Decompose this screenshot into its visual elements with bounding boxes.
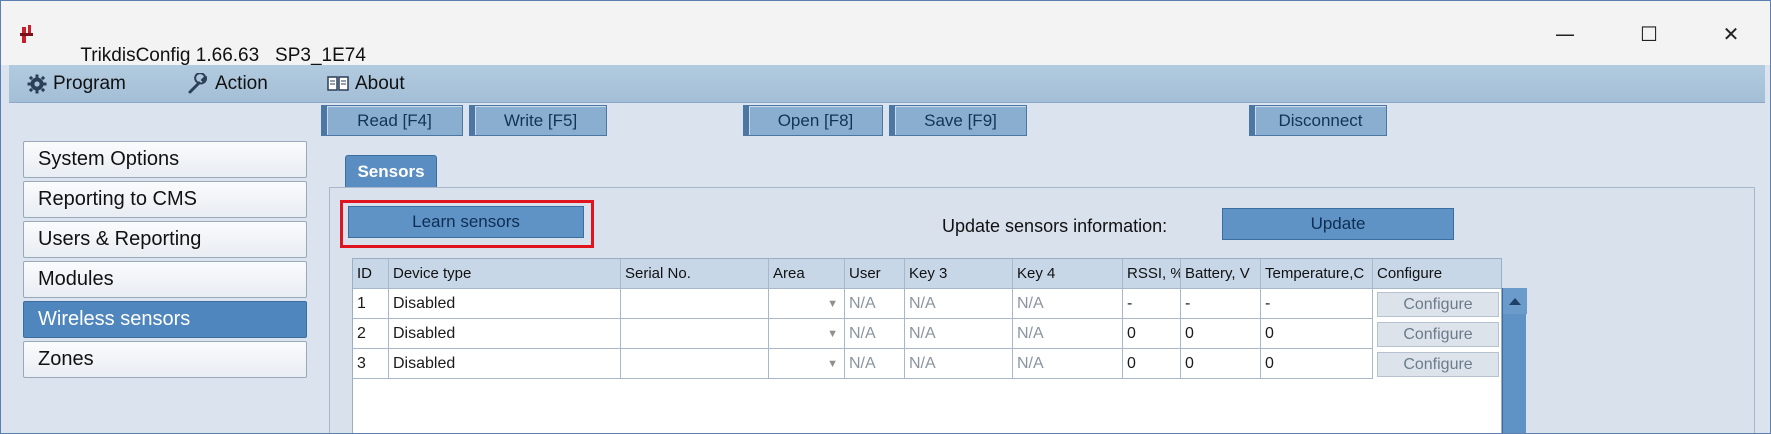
sidebar-item-users-reporting[interactable]: Users & Reporting bbox=[23, 221, 307, 258]
col-header: Temperature,C bbox=[1261, 259, 1373, 289]
chevron-up-icon bbox=[1509, 298, 1521, 305]
sidebar-item-reporting-to-cms[interactable]: Reporting to CMS bbox=[23, 181, 307, 218]
device-id: SP3_1E74 bbox=[275, 45, 366, 66]
table-header: ID Device type Serial No. Area User Key … bbox=[353, 259, 1501, 289]
cell-user[interactable]: N/A bbox=[845, 349, 905, 379]
menu-action[interactable]: Action bbox=[187, 65, 268, 103]
menu-action-label: Action bbox=[215, 73, 268, 94]
minimize-button[interactable]: — bbox=[1543, 19, 1587, 49]
client-area: Read [F4] Write [F5] Open [F8] Save [F9]… bbox=[9, 103, 1765, 433]
window-title: TrikdisConfig 1.66.63 bbox=[80, 45, 260, 66]
dropdown-arrow-icon: ▼ bbox=[827, 297, 838, 310]
cell-key4[interactable]: N/A bbox=[1013, 289, 1123, 319]
cell-id: 2 bbox=[353, 319, 389, 349]
table-row: 3 Disabled ▼ N/A N/A N/A 0 0 0 Configure bbox=[353, 349, 1501, 379]
col-header: Key 4 bbox=[1013, 259, 1123, 289]
cell-battery: 0 bbox=[1181, 349, 1261, 379]
sidebar-item-zones[interactable]: Zones bbox=[23, 341, 307, 378]
configure-button[interactable]: Configure bbox=[1377, 322, 1499, 347]
table-scrollbar[interactable] bbox=[1502, 288, 1527, 433]
book-icon bbox=[327, 76, 349, 91]
cell-key3[interactable]: N/A bbox=[905, 319, 1013, 349]
col-header: Area bbox=[769, 259, 845, 289]
update-sensors-label: Update sensors information: bbox=[942, 216, 1168, 236]
area-dropdown[interactable]: ▼ bbox=[769, 289, 845, 319]
col-header: User bbox=[845, 259, 905, 289]
cell-rssi: 0 bbox=[1123, 349, 1181, 379]
cell-user[interactable]: N/A bbox=[845, 289, 905, 319]
learn-sensors-button[interactable]: Learn sensors bbox=[348, 206, 584, 238]
open-button[interactable]: Open [F8] bbox=[743, 105, 883, 136]
disconnect-button[interactable]: Disconnect bbox=[1249, 105, 1387, 136]
cell-battery: 0 bbox=[1181, 319, 1261, 349]
cell-device-type[interactable]: Disabled bbox=[389, 349, 621, 379]
close-button[interactable]: ✕ bbox=[1709, 19, 1753, 49]
cell-serial[interactable] bbox=[621, 319, 769, 349]
sensors-panel: Learn sensors Update sensors information… bbox=[329, 187, 1755, 433]
col-header: RSSI, % bbox=[1123, 259, 1181, 289]
cell-id: 3 bbox=[353, 349, 389, 379]
cell-rssi: - bbox=[1123, 289, 1181, 319]
maximize-icon: ☐ bbox=[1640, 22, 1658, 46]
save-button[interactable]: Save [F9] bbox=[889, 105, 1027, 136]
configure-button[interactable]: Configure bbox=[1377, 292, 1499, 317]
menu-bar: Program Action About bbox=[9, 65, 1765, 103]
table-row: 1 Disabled ▼ N/A N/A N/A - - - Configure bbox=[353, 289, 1501, 319]
wrench-icon bbox=[188, 73, 207, 94]
cell-device-type[interactable]: Disabled bbox=[389, 289, 621, 319]
col-header: ID bbox=[353, 259, 389, 289]
col-header: Battery, V bbox=[1181, 259, 1261, 289]
sidebar-item-wireless-sensors[interactable]: Wireless sensors bbox=[23, 301, 307, 338]
cell-key4[interactable]: N/A bbox=[1013, 349, 1123, 379]
cell-key4[interactable]: N/A bbox=[1013, 319, 1123, 349]
maximize-button[interactable]: ☐ bbox=[1627, 19, 1671, 49]
table-row: 2 Disabled ▼ N/A N/A N/A 0 0 0 Configure bbox=[353, 319, 1501, 349]
menu-program-label: Program bbox=[53, 73, 126, 94]
cell-temperature: 0 bbox=[1261, 349, 1373, 379]
dropdown-arrow-icon: ▼ bbox=[827, 357, 838, 370]
col-header: Key 3 bbox=[905, 259, 1013, 289]
menu-about[interactable]: About bbox=[327, 65, 405, 103]
col-header: Serial No. bbox=[621, 259, 769, 289]
update-button[interactable]: Update bbox=[1222, 208, 1454, 240]
write-button[interactable]: Write [F5] bbox=[469, 105, 607, 136]
gear-icon bbox=[27, 74, 47, 94]
menu-program[interactable]: Program bbox=[27, 65, 126, 103]
configure-button[interactable]: Configure bbox=[1377, 352, 1499, 377]
scroll-up-button[interactable] bbox=[1503, 288, 1527, 314]
close-icon: ✕ bbox=[1722, 22, 1740, 46]
cell-serial[interactable] bbox=[621, 349, 769, 379]
cell-serial[interactable] bbox=[621, 289, 769, 319]
col-header: Configure bbox=[1373, 259, 1501, 289]
cell-temperature: 0 bbox=[1261, 319, 1373, 349]
app-logo-icon bbox=[20, 25, 33, 43]
title-bar: TrikdisConfig 1.66.63 SP3_1E74 — ☐ ✕ bbox=[1, 1, 1770, 66]
read-button[interactable]: Read [F4] bbox=[321, 105, 463, 136]
tab-sensors[interactable]: Sensors bbox=[345, 155, 437, 187]
col-header: Device type bbox=[389, 259, 621, 289]
area-dropdown[interactable]: ▼ bbox=[769, 319, 845, 349]
app-window: TrikdisConfig 1.66.63 SP3_1E74 — ☐ ✕ Pro… bbox=[0, 0, 1771, 434]
menu-about-label: About bbox=[355, 73, 405, 94]
cell-rssi: 0 bbox=[1123, 319, 1181, 349]
dropdown-arrow-icon: ▼ bbox=[827, 327, 838, 340]
area-dropdown[interactable]: ▼ bbox=[769, 349, 845, 379]
cell-id: 1 bbox=[353, 289, 389, 319]
cell-key3[interactable]: N/A bbox=[905, 349, 1013, 379]
cell-device-type[interactable]: Disabled bbox=[389, 319, 621, 349]
sidebar-item-modules[interactable]: Modules bbox=[23, 261, 307, 298]
sidebar-item-system-options[interactable]: System Options bbox=[23, 141, 307, 178]
sensors-table: ID Device type Serial No. Area User Key … bbox=[352, 258, 1502, 433]
cell-temperature: - bbox=[1261, 289, 1373, 319]
cell-user[interactable]: N/A bbox=[845, 319, 905, 349]
cell-battery: - bbox=[1181, 289, 1261, 319]
minimize-icon: — bbox=[1555, 22, 1575, 46]
cell-key3[interactable]: N/A bbox=[905, 289, 1013, 319]
